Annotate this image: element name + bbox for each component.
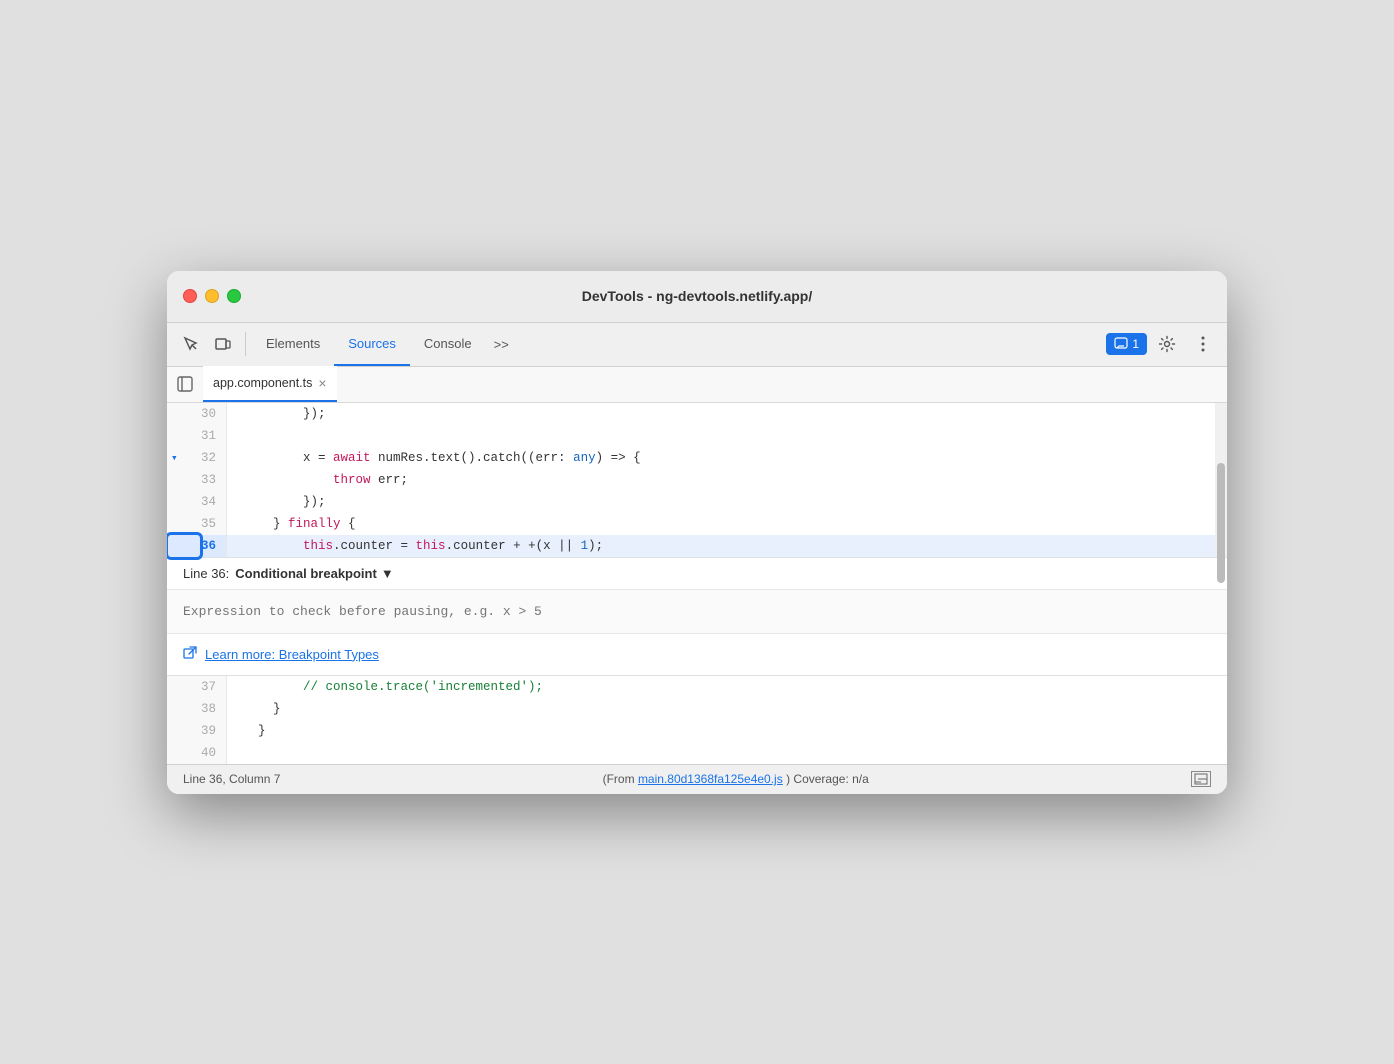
status-bar: Line 36, Column 7 (From main.80d1368fa12… bbox=[167, 764, 1227, 794]
devtools-window: DevTools - ng-devtools.netlify.app/ Elem… bbox=[167, 271, 1227, 794]
line-number-36[interactable]: 36 bbox=[167, 535, 226, 557]
breakpoint-popup: Line 36: Conditional breakpoint ▼ Lear bbox=[167, 557, 1227, 676]
file-tab-name: app.component.ts bbox=[213, 376, 312, 390]
breakpoint-dropdown-icon: ▼ bbox=[381, 566, 394, 581]
from-label: (From bbox=[603, 772, 635, 786]
maximize-button[interactable] bbox=[227, 289, 241, 303]
code-line-34: }); bbox=[227, 491, 1227, 513]
code-line-31 bbox=[227, 425, 1227, 447]
minimize-button[interactable] bbox=[205, 289, 219, 303]
tab-elements[interactable]: Elements bbox=[252, 322, 334, 366]
code-line-33: throw err; bbox=[227, 469, 1227, 491]
window-title: DevTools - ng-devtools.netlify.app/ bbox=[582, 288, 813, 304]
code-lines-before: 30 31 ▾ 32 33 34 bbox=[167, 403, 1227, 557]
close-button[interactable] bbox=[183, 289, 197, 303]
source-file-link[interactable]: main.80d1368fa125e4e0.js bbox=[638, 772, 783, 786]
external-link-icon bbox=[183, 646, 197, 663]
scrollbar-after[interactable] bbox=[1215, 676, 1227, 764]
code-line-36: this.counter = this.counter + +(x || 1); bbox=[227, 535, 1227, 557]
code-content: }); x = await numRes.text().catch((err: … bbox=[227, 403, 1227, 557]
breakpoint-type-label: Conditional breakpoint bbox=[235, 566, 377, 581]
devtools-tab-bar: Elements Sources Console >> 1 bbox=[167, 323, 1227, 367]
breakpoint-learn-more: Learn more: Breakpoint Types bbox=[167, 634, 1227, 675]
breakpoint-expression-input[interactable] bbox=[183, 600, 1211, 623]
scrollbar-thumb[interactable] bbox=[1217, 463, 1225, 583]
scrollbar[interactable] bbox=[1215, 403, 1227, 557]
code-line-38: } bbox=[227, 698, 1227, 720]
settings-icon[interactable] bbox=[1151, 328, 1183, 360]
code-line-30: }); bbox=[227, 403, 1227, 425]
line-numbers-after: 37 38 39 40 bbox=[167, 676, 227, 764]
code-line-32: x = await numRes.text().catch((err: any)… bbox=[227, 447, 1227, 469]
line-number-38: 38 bbox=[167, 698, 226, 720]
coverage-label: Coverage: n/a bbox=[793, 772, 868, 786]
line-numbers: 30 31 ▾ 32 33 34 bbox=[167, 403, 227, 557]
code-line-40 bbox=[227, 742, 1227, 764]
file-tab-close[interactable]: × bbox=[318, 376, 326, 390]
breakpoint-popup-header: Line 36: Conditional breakpoint ▼ bbox=[167, 558, 1227, 590]
line-number-40: 40 bbox=[167, 742, 226, 764]
status-right bbox=[1191, 771, 1211, 787]
traffic-lights bbox=[183, 289, 241, 303]
more-tabs-button[interactable]: >> bbox=[486, 337, 517, 352]
sidebar-toggle-icon[interactable] bbox=[171, 370, 199, 398]
file-tab-bar: app.component.ts × bbox=[167, 367, 1227, 403]
editor-area: 30 31 ▾ 32 33 34 bbox=[167, 403, 1227, 764]
breakpoint-input-area bbox=[167, 590, 1227, 634]
arrow-indicator: ▾ bbox=[171, 451, 178, 465]
coverage-icon[interactable] bbox=[1191, 771, 1211, 787]
tab-console[interactable]: Console bbox=[410, 322, 486, 366]
code-content-after: // console.trace('incremented'); } } bbox=[227, 676, 1227, 764]
learn-more-link[interactable]: Learn more: Breakpoint Types bbox=[205, 647, 379, 662]
code-line-39: } bbox=[227, 720, 1227, 742]
line-number-37: 37 bbox=[167, 676, 226, 698]
line-number-33: 33 bbox=[167, 469, 226, 491]
code-line-35: } finally { bbox=[227, 513, 1227, 535]
tab-separator bbox=[245, 332, 246, 356]
tab-sources[interactable]: Sources bbox=[334, 322, 410, 366]
line-number-34: 34 bbox=[167, 491, 226, 513]
line-number-32: ▾ 32 bbox=[167, 447, 226, 469]
breakpoint-type-dropdown[interactable]: Conditional breakpoint ▼ bbox=[235, 566, 393, 581]
file-tab-app-component[interactable]: app.component.ts × bbox=[203, 366, 337, 402]
code-line-37: // console.trace('incremented'); bbox=[227, 676, 1227, 698]
breakpoint-ring bbox=[167, 532, 203, 560]
line-number-39: 39 bbox=[167, 720, 226, 742]
from-close: ) bbox=[786, 772, 790, 786]
device-toolbar-icon[interactable] bbox=[207, 328, 239, 360]
code-lines-after: 37 38 39 40 // console.trace('incremente… bbox=[167, 676, 1227, 764]
line-number-31: 31 bbox=[167, 425, 226, 447]
breakpoint-line-label: Line 36: bbox=[183, 566, 229, 581]
inspect-element-icon[interactable] bbox=[175, 328, 207, 360]
more-options-icon[interactable] bbox=[1187, 328, 1219, 360]
line-number-35: 35 bbox=[167, 513, 226, 535]
line-number-30: 30 bbox=[167, 403, 226, 425]
cursor-position: Line 36, Column 7 bbox=[183, 772, 280, 786]
toolbar-right: 1 bbox=[1106, 328, 1219, 360]
messages-badge[interactable]: 1 bbox=[1106, 333, 1147, 355]
title-bar: DevTools - ng-devtools.netlify.app/ bbox=[167, 271, 1227, 323]
status-center: (From main.80d1368fa125e4e0.js ) Coverag… bbox=[280, 772, 1191, 786]
